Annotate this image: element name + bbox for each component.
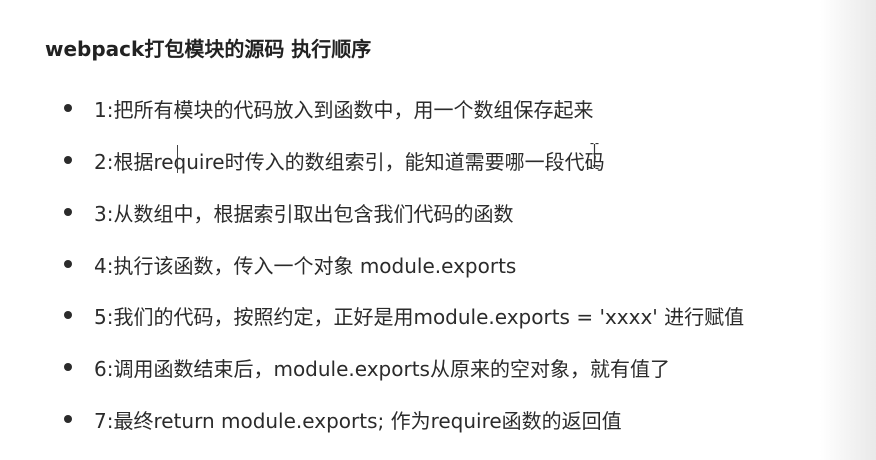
bullet-icon [64,208,72,216]
list-item-text: 3:从数组中，根据索引取出包含我们代码的函数 [94,201,514,226]
list-item: 1:把所有模块的代码放入到函数中，用一个数组保存起来 [64,93,593,123]
slide-page: webpack打包模块的源码 执行顺序 1:把所有模块的代码放入到函数中，用一个… [0,0,876,460]
ibeam-cursor-icon [590,143,599,169]
list-item-text: 4:执行该函数，传入一个对象 module.exports [94,253,517,278]
bullet-icon [64,311,72,319]
list-item: 6:调用函数结束后，module.exports从原来的空对象，就有值了 [64,352,670,382]
bullet-icon [64,260,72,268]
list-item-text: 2:根据require时传入的数组索引，能知道需要哪一段代码 [94,149,605,174]
list-item: 5:我们的代码，按照约定，正好是用module.exports = 'xxxx'… [64,300,744,330]
bullet-icon [64,104,72,112]
list-item-text: 5:我们的代码，按照约定，正好是用module.exports = 'xxxx'… [94,304,745,329]
text-caret [177,145,178,173]
list-item: 4:执行该函数，传入一个对象 module.exports [64,249,516,279]
bullet-icon [64,363,72,371]
slide-title: webpack打包模块的源码 执行顺序 [45,37,372,61]
list-item-text: 6:调用函数结束后，module.exports从原来的空对象，就有值了 [94,356,670,381]
list-item: 7:最终return module.exports; 作为require函数的返… [64,404,622,434]
bullet-icon [64,415,72,423]
list-item-text: 7:最终return module.exports; 作为require函数的返… [94,408,622,433]
list-item: 2:根据require时传入的数组索引，能知道需要哪一段代码 [64,145,605,175]
list-item-text: 1:把所有模块的代码放入到函数中，用一个数组保存起来 [94,97,594,122]
list-item: 3:从数组中，根据索引取出包含我们代码的函数 [64,197,513,227]
bullet-icon [64,156,72,164]
